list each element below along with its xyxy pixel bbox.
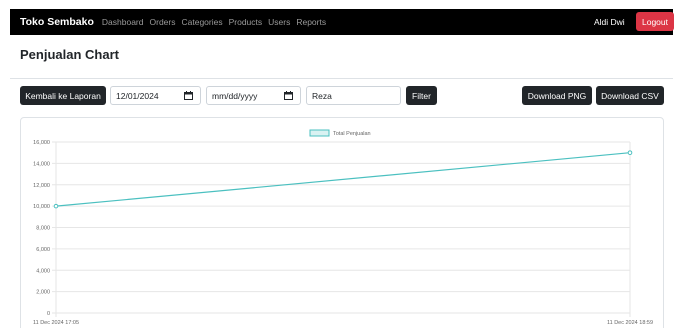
y-tick-label: 0 — [47, 311, 50, 317]
x-tick-label: 11 Dec 2024 18:59 — [607, 320, 653, 326]
download-csv-button[interactable]: Download CSV — [596, 86, 664, 105]
legend-label: Total Penjualan — [333, 131, 371, 137]
nav-links: Dashboard Orders Categories Products Use… — [102, 17, 332, 27]
download-png-button[interactable]: Download PNG — [522, 86, 592, 105]
name-filter-value: Reza — [312, 90, 332, 101]
user-name: Aldi Dwi — [594, 17, 625, 27]
y-tick-label: 8,000 — [36, 226, 50, 232]
legend-swatch — [309, 129, 330, 137]
navbar: Toko Sembako Dashboard Orders Categories… — [10, 9, 674, 35]
header-divider — [10, 78, 673, 79]
end-date-placeholder: mm/dd/yyyy — [212, 90, 258, 101]
end-date-input[interactable]: mm/dd/yyyy — [206, 86, 301, 105]
y-tick-label: 14,000 — [33, 161, 50, 167]
y-tick-label: 10,000 — [33, 204, 50, 210]
nav-link-reports[interactable]: Reports — [296, 17, 326, 27]
nav-link-categories[interactable]: Categories — [181, 17, 222, 27]
y-tick-label: 12,000 — [33, 183, 50, 189]
brand-logo[interactable]: Toko Sembako — [20, 16, 94, 28]
chart-card: 0 2,000 4,000 6,000 8,000 10,000 12,000 14,000 1… — [20, 117, 664, 328]
series-line — [55, 152, 631, 207]
nav-link-orders[interactable]: Orders — [150, 17, 176, 27]
data-point — [627, 150, 633, 155]
sales-line-chart: 0 2,000 4,000 6,000 8,000 10,000 12,000 14,000 1… — [33, 129, 653, 326]
calendar-icon[interactable] — [284, 91, 293, 100]
name-filter-input[interactable]: Reza — [306, 86, 401, 105]
nav-link-users[interactable]: Users — [268, 17, 290, 27]
start-date-input[interactable]: 12/01/2024 — [110, 86, 201, 105]
nav-link-products[interactable]: Products — [229, 17, 263, 27]
page-title: Penjualan Chart — [20, 47, 119, 62]
y-tick-label: 2,000 — [36, 290, 50, 296]
x-tick-label: 11 Dec 2024 17:05 — [33, 320, 79, 326]
y-tick-label: 4,000 — [36, 268, 50, 274]
y-tick-label: 6,000 — [36, 247, 50, 253]
y-tick-label: 16,000 — [33, 140, 50, 146]
nav-link-dashboard[interactable]: Dashboard — [102, 17, 144, 27]
start-date-value: 12/01/2024 — [116, 90, 159, 101]
filter-button[interactable]: Filter — [406, 86, 437, 105]
logout-button[interactable]: Logout — [636, 12, 674, 31]
back-to-report-button[interactable]: Kembali ke Laporan — [20, 86, 106, 105]
data-point — [53, 203, 59, 209]
calendar-icon[interactable] — [184, 91, 193, 100]
